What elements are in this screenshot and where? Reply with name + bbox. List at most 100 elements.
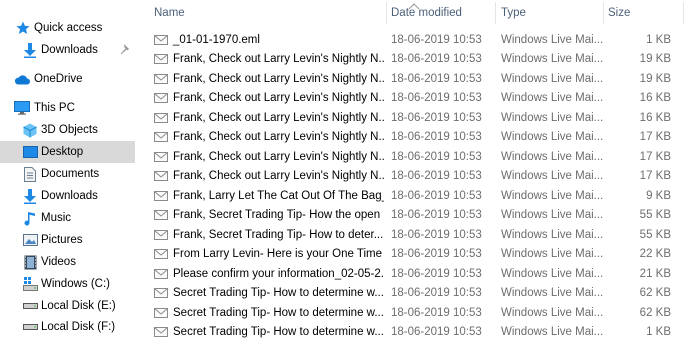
column-divider[interactable] bbox=[495, 2, 496, 24]
email-file-icon bbox=[154, 53, 168, 65]
file-name: Secret Trading Tip- How to determine w..… bbox=[173, 287, 384, 299]
nav-item-label: Videos bbox=[41, 256, 76, 268]
nav-item-label: Windows (C:) bbox=[41, 278, 110, 290]
file-name-cell[interactable]: Frank, Check out Larry Levin's Nightly N… bbox=[154, 128, 384, 148]
file-name-cell[interactable]: From Larry Levin- Here is your One Time … bbox=[154, 245, 384, 265]
file-date-modified: 18-06-2019 10:53 bbox=[391, 206, 495, 226]
file-type: Windows Live Mai... bbox=[501, 303, 606, 323]
file-row[interactable]: Secret Trading Tip- How to determine w..… bbox=[146, 323, 700, 342]
column-divider[interactable] bbox=[683, 2, 684, 24]
nav-item-downloads-pinned[interactable]: Downloads bbox=[0, 39, 135, 61]
nav-item-3d-objects[interactable]: 3D Objects bbox=[0, 119, 135, 141]
file-name-cell[interactable]: Frank, Check out Larry Levin's Nightly N… bbox=[154, 50, 384, 70]
windows-drive-icon bbox=[22, 276, 38, 292]
nav-item-pictures[interactable]: Pictures bbox=[0, 229, 135, 251]
disk-drive-icon bbox=[22, 298, 38, 314]
file-size: 19 KB bbox=[608, 50, 671, 70]
file-name: From Larry Levin- Here is your One Time … bbox=[173, 248, 384, 260]
nav-item-videos[interactable]: Videos bbox=[0, 251, 135, 273]
file-date-modified: 18-06-2019 10:53 bbox=[391, 69, 495, 89]
nav-item-label: Documents bbox=[41, 168, 99, 180]
nav-item-documents[interactable]: Documents bbox=[0, 163, 135, 185]
file-size: 22 KB bbox=[608, 245, 671, 265]
column-divider[interactable] bbox=[603, 2, 604, 24]
column-header-size[interactable]: Size bbox=[608, 0, 668, 26]
file-date-modified: 18-06-2019 10:53 bbox=[391, 323, 495, 342]
star-icon bbox=[15, 20, 31, 36]
file-date-modified: 18-06-2019 10:53 bbox=[391, 186, 495, 206]
file-date-modified: 18-06-2019 10:53 bbox=[391, 167, 495, 187]
file-name-cell[interactable]: _01-01-1970.eml bbox=[154, 30, 384, 50]
file-row[interactable]: Frank, Check out Larry Levin's Nightly N… bbox=[146, 128, 700, 148]
nav-item-desktop[interactable]: Desktop bbox=[0, 141, 135, 163]
column-header-name[interactable]: Name bbox=[154, 0, 384, 26]
file-row[interactable]: Frank, Check out Larry Levin's Nightly N… bbox=[146, 89, 700, 109]
file-date-modified: 18-06-2019 10:53 bbox=[391, 225, 495, 245]
column-header-date-modified[interactable]: Date modified bbox=[391, 0, 495, 26]
file-row[interactable]: Frank, Secret Trading Tip- How to deter.… bbox=[146, 225, 700, 245]
file-date-modified: 18-06-2019 10:53 bbox=[391, 50, 495, 70]
download-arrow-icon bbox=[22, 42, 38, 58]
file-name-cell[interactable]: Please confirm your information_02-05-2.… bbox=[154, 264, 384, 284]
column-divider[interactable] bbox=[386, 2, 387, 24]
email-file-icon bbox=[154, 248, 168, 260]
file-date-modified: 18-06-2019 10:53 bbox=[391, 147, 495, 167]
file-name: Secret Trading Tip- How to determine w..… bbox=[173, 326, 384, 338]
email-file-icon bbox=[154, 34, 168, 46]
file-name-cell[interactable]: Frank, Check out Larry Levin's Nightly N… bbox=[154, 89, 384, 109]
file-size: 1 KB bbox=[608, 323, 671, 342]
nav-item-this-pc[interactable]: This PC bbox=[0, 97, 135, 119]
nav-item-label: Pictures bbox=[41, 234, 83, 246]
file-type: Windows Live Mai... bbox=[501, 186, 606, 206]
nav-item-label: Desktop bbox=[41, 146, 83, 158]
file-row[interactable]: Frank, Check out Larry Levin's Nightly N… bbox=[146, 147, 700, 167]
pin-icon[interactable] bbox=[120, 43, 132, 57]
file-name: Frank, Check out Larry Levin's Nightly N… bbox=[173, 92, 384, 104]
file-type: Windows Live Mai... bbox=[501, 323, 606, 342]
file-row[interactable]: Frank, Check out Larry Levin's Nightly N… bbox=[146, 167, 700, 187]
file-row[interactable]: Please confirm your information_02-05-2.… bbox=[146, 264, 700, 284]
column-header-type[interactable]: Type bbox=[501, 0, 601, 26]
file-date-modified: 18-06-2019 10:53 bbox=[391, 30, 495, 50]
nav-item-local-disk-e[interactable]: Local Disk (E:) bbox=[0, 295, 135, 317]
file-row[interactable]: Frank, Secret Trading Tip- How the open … bbox=[146, 206, 700, 226]
file-row[interactable]: Secret Trading Tip- How to determine w..… bbox=[146, 303, 700, 323]
nav-item-quick-access[interactable]: Quick access bbox=[0, 17, 135, 39]
nav-item-windows-c[interactable]: Windows (C:) bbox=[0, 273, 135, 295]
file-date-modified: 18-06-2019 10:53 bbox=[391, 303, 495, 323]
nav-item-onedrive[interactable]: OneDrive bbox=[0, 68, 135, 90]
file-name-cell[interactable]: Frank, Check out Larry Levin's Nightly N… bbox=[154, 108, 384, 128]
email-file-icon bbox=[154, 131, 168, 143]
nav-item-label: 3D Objects bbox=[41, 124, 98, 136]
nav-item-downloads[interactable]: Downloads bbox=[0, 185, 135, 207]
email-file-icon bbox=[154, 151, 168, 163]
file-row[interactable]: Frank, Check out Larry Levin's Nightly N… bbox=[146, 50, 700, 70]
file-row[interactable]: Frank, Check out Larry Levin's Nightly N… bbox=[146, 108, 700, 128]
file-name-cell[interactable]: Frank, Secret Trading Tip- How to deter.… bbox=[154, 225, 384, 245]
nav-item-music[interactable]: Music bbox=[0, 207, 135, 229]
file-name-cell[interactable]: Secret Trading Tip- How to determine w..… bbox=[154, 303, 384, 323]
file-size: 19 KB bbox=[608, 69, 671, 89]
file-size: 62 KB bbox=[608, 284, 671, 304]
file-row[interactable]: _01-01-1970.eml18-06-2019 10:53Windows L… bbox=[146, 30, 700, 50]
file-size: 9 KB bbox=[608, 186, 671, 206]
file-name: Frank, Larry Let The Cat Out Of The Bag_… bbox=[173, 190, 384, 202]
file-row[interactable]: Secret Trading Tip- How to determine w..… bbox=[146, 284, 700, 304]
file-type: Windows Live Mai... bbox=[501, 108, 606, 128]
file-name: Frank, Secret Trading Tip- How the open … bbox=[173, 209, 384, 221]
file-size: 17 KB bbox=[608, 147, 671, 167]
file-type: Windows Live Mai... bbox=[501, 147, 606, 167]
file-name-cell[interactable]: Frank, Check out Larry Levin's Nightly N… bbox=[154, 147, 384, 167]
nav-item-local-disk-f[interactable]: Local Disk (F:) bbox=[0, 316, 135, 338]
file-row[interactable]: Frank, Larry Let The Cat Out Of The Bag_… bbox=[146, 186, 700, 206]
file-row[interactable]: Frank, Check out Larry Levin's Nightly N… bbox=[146, 69, 700, 89]
file-date-modified: 18-06-2019 10:53 bbox=[391, 89, 495, 109]
file-name-cell[interactable]: Frank, Check out Larry Levin's Nightly N… bbox=[154, 69, 384, 89]
file-type: Windows Live Mai... bbox=[501, 284, 606, 304]
file-name-cell[interactable]: Frank, Secret Trading Tip- How the open … bbox=[154, 206, 384, 226]
file-name-cell[interactable]: Frank, Larry Let The Cat Out Of The Bag_… bbox=[154, 186, 384, 206]
file-row[interactable]: From Larry Levin- Here is your One Time … bbox=[146, 245, 700, 265]
file-name-cell[interactable]: Secret Trading Tip- How to determine w..… bbox=[154, 284, 384, 304]
file-name-cell[interactable]: Secret Trading Tip- How to determine w..… bbox=[154, 323, 384, 342]
file-name-cell[interactable]: Frank, Check out Larry Levin's Nightly N… bbox=[154, 167, 384, 187]
